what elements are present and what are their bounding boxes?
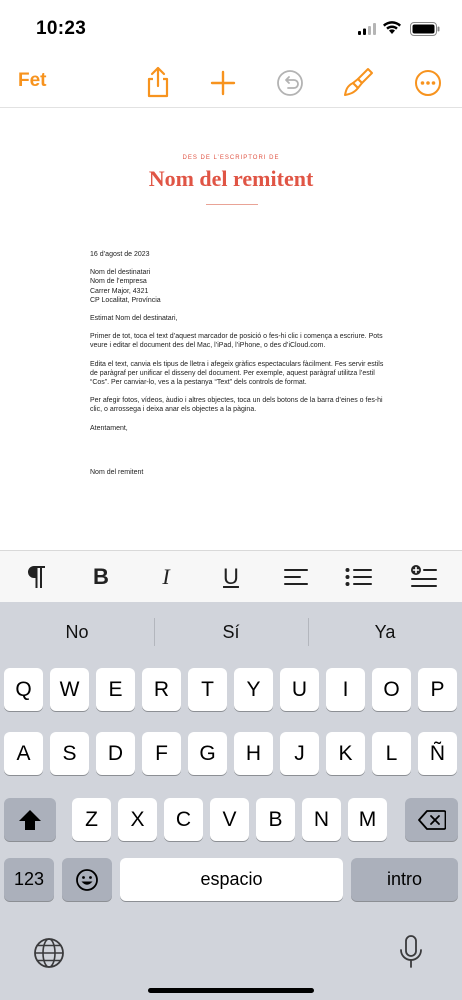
address-line: Carrer Major, 4321 [90,287,149,295]
align-left-icon [284,569,308,585]
editor-toolbar: Fet [0,60,462,106]
body-paragraph[interactable]: Edita el text, canvia els tipus de lletr… [90,360,386,388]
status-bar: 10:23 [0,0,462,58]
emoji-icon [76,868,98,891]
address-line: CP Localitat, Província [90,296,161,304]
key-s[interactable]: S [50,732,89,775]
globe-icon[interactable] [32,936,66,970]
key-l[interactable]: L [372,732,411,775]
key-i[interactable]: I [326,668,365,711]
backspace-key[interactable] [405,798,458,841]
address-line: Nom del destinatari [90,269,151,277]
suggestion-si[interactable]: Sí [154,602,308,662]
key-o[interactable]: O [372,668,411,711]
key-a[interactable]: A [4,732,43,775]
key-j[interactable]: J [280,732,319,775]
document-page[interactable]: DES DE L’ESCRIPTORI DE Nom del remitent … [0,108,462,550]
key-m[interactable]: M [348,798,387,841]
address-line: Nom de l’empresa [90,278,147,286]
keyboard: No Sí Ya Q W E R T Y U I O P A S D F G H… [0,602,462,1000]
signature[interactable]: Nom del remitent [90,468,386,477]
body-paragraph[interactable]: Per afegir fotos, vídeos, àudio i altres… [90,396,386,414]
key-h[interactable]: H [234,732,273,775]
shift-icon [19,809,41,830]
emoji-key[interactable] [62,858,112,901]
closing[interactable]: Atentament, [90,424,386,433]
italic-icon: I [162,564,170,589]
share-icon[interactable] [141,64,175,100]
key-g[interactable]: G [188,732,227,775]
italic-button[interactable]: I [146,561,186,593]
key-r[interactable]: R [142,668,181,711]
key-v[interactable]: V [210,798,249,841]
key-enye[interactable]: Ñ [418,732,457,775]
key-p[interactable]: P [418,668,457,711]
bold-button[interactable]: B [81,561,121,593]
delete-icon [417,809,446,830]
insert-icon [411,565,437,587]
suggestion-ya[interactable]: Ya [308,602,462,662]
shift-key[interactable] [4,798,56,841]
key-u[interactable]: U [280,668,319,711]
sender-title[interactable]: Nom del remitent [0,166,462,192]
key-e[interactable]: E [96,668,135,711]
title-rule [206,204,258,205]
status-time: 10:23 [36,18,87,39]
home-indicator[interactable] [148,988,314,993]
recipient-address[interactable]: Nom del destinatari Nom de l’empresa Car… [90,268,386,305]
letter-body[interactable]: 16 d’agost de 2023 Nom del destinatari N… [90,250,386,486]
suggestion-no[interactable]: No [0,602,154,662]
brush-icon[interactable] [341,64,375,100]
add-icon[interactable] [206,64,240,100]
list-icon [345,568,372,586]
battery-icon [410,22,440,36]
list-button[interactable] [339,561,379,593]
insert-button[interactable] [404,561,444,593]
key-x[interactable]: X [118,798,157,841]
key-f[interactable]: F [142,732,181,775]
key-b[interactable]: B [256,798,295,841]
key-t[interactable]: T [188,668,227,711]
key-z[interactable]: Z [72,798,111,841]
key-q[interactable]: Q [4,668,43,711]
key-n[interactable]: N [302,798,341,841]
format-bar: B I U [0,550,462,602]
underline-button[interactable]: U [211,561,251,593]
letter-date[interactable]: 16 d’agost de 2023 [90,250,386,259]
key-w[interactable]: W [50,668,89,711]
wifi-icon [383,21,401,34]
more-icon[interactable] [411,64,445,100]
letterhead-eyebrow[interactable]: DES DE L’ESCRIPTORI DE [0,155,462,161]
undo-icon[interactable] [273,64,307,100]
return-key[interactable]: intro [351,858,458,901]
key-d[interactable]: D [96,732,135,775]
key-y[interactable]: Y [234,668,273,711]
alignment-button[interactable] [276,561,316,593]
cellular-signal-icon [358,23,376,35]
bold-icon: B [93,564,109,589]
underline-icon: U [223,564,239,589]
microphone-icon[interactable] [398,934,424,970]
done-button[interactable]: Fet [18,70,47,92]
key-c[interactable]: C [164,798,203,841]
paragraph-style-button[interactable] [16,561,56,593]
salutation[interactable]: Estimat Nom del destinatari, [90,314,386,323]
space-key[interactable]: espacio [120,858,343,901]
numbers-key[interactable]: 123 [4,858,54,901]
paragraph-icon [28,566,45,588]
key-k[interactable]: K [326,732,365,775]
body-paragraph[interactable]: Primer de tot, toca el text d’aquest mar… [90,332,386,350]
